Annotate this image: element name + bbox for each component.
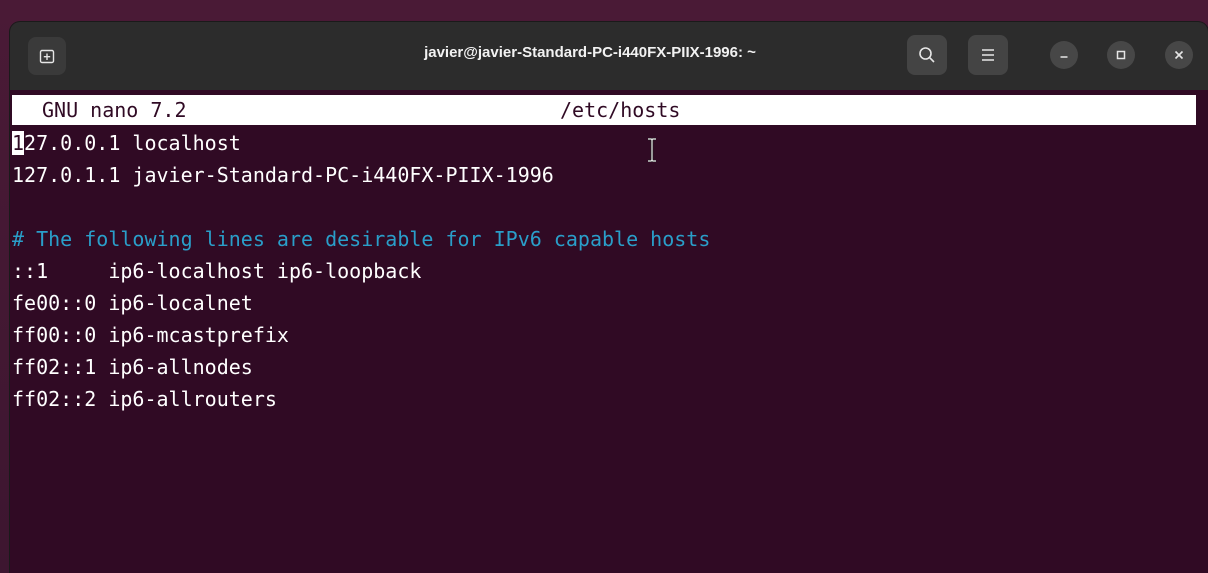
file-line[interactable]: ff00::0 ip6-mcastprefix (12, 319, 710, 351)
new-tab-button[interactable] (28, 37, 66, 75)
file-content[interactable]: 127.0.0.1 localhost 127.0.1.1 javier-Sta… (12, 127, 710, 415)
maximize-icon (1116, 50, 1126, 60)
nano-title-bar: GNU nano 7.2 /etc/hosts (12, 95, 1196, 125)
file-line[interactable]: 127.0.1.1 javier-Standard-PC-i440FX-PIIX… (12, 159, 710, 191)
file-line[interactable]: fe00::0 ip6-localnet (12, 287, 710, 319)
terminal-area[interactable]: GNU nano 7.2 /etc/hosts 127.0.0.1 localh… (10, 90, 1208, 573)
new-tab-icon (39, 49, 55, 64)
file-line[interactable]: ff02::1 ip6-allnodes (12, 351, 710, 383)
nano-filename: /etc/hosts (560, 98, 681, 122)
file-line-comment[interactable]: # The following lines are desirable for … (12, 223, 710, 255)
maximize-button[interactable] (1107, 41, 1135, 69)
file-line-blank[interactable] (12, 191, 710, 223)
search-button[interactable] (907, 35, 947, 75)
close-icon (1174, 50, 1184, 60)
text-cursor: 1 (12, 131, 25, 155)
file-line-text: 27.0.0.1 localhost (24, 131, 241, 155)
menu-button[interactable] (968, 35, 1008, 75)
scrollbar[interactable] (1198, 90, 1208, 573)
hamburger-menu-icon (982, 49, 994, 61)
search-icon (919, 47, 935, 63)
file-line[interactable]: 127.0.0.1 localhost (12, 127, 710, 159)
header-bar: javier@javier-Standard-PC-i440FX-PIIX-19… (10, 22, 1208, 90)
window-title: javier@javier-Standard-PC-i440FX-PIIX-19… (424, 44, 756, 61)
desktop: javier@javier-Standard-PC-i440FX-PIIX-19… (0, 0, 1208, 573)
file-line[interactable]: ::1 ip6-localhost ip6-loopback (12, 255, 710, 287)
minimize-button[interactable] (1050, 41, 1078, 69)
close-button[interactable] (1165, 41, 1193, 69)
terminal-window: javier@javier-Standard-PC-i440FX-PIIX-19… (10, 22, 1208, 573)
minimize-icon (1060, 56, 1068, 58)
file-line[interactable]: ff02::2 ip6-allrouters (12, 383, 710, 415)
nano-version: GNU nano 7.2 (42, 98, 187, 122)
text-cursor-icon (648, 138, 656, 162)
